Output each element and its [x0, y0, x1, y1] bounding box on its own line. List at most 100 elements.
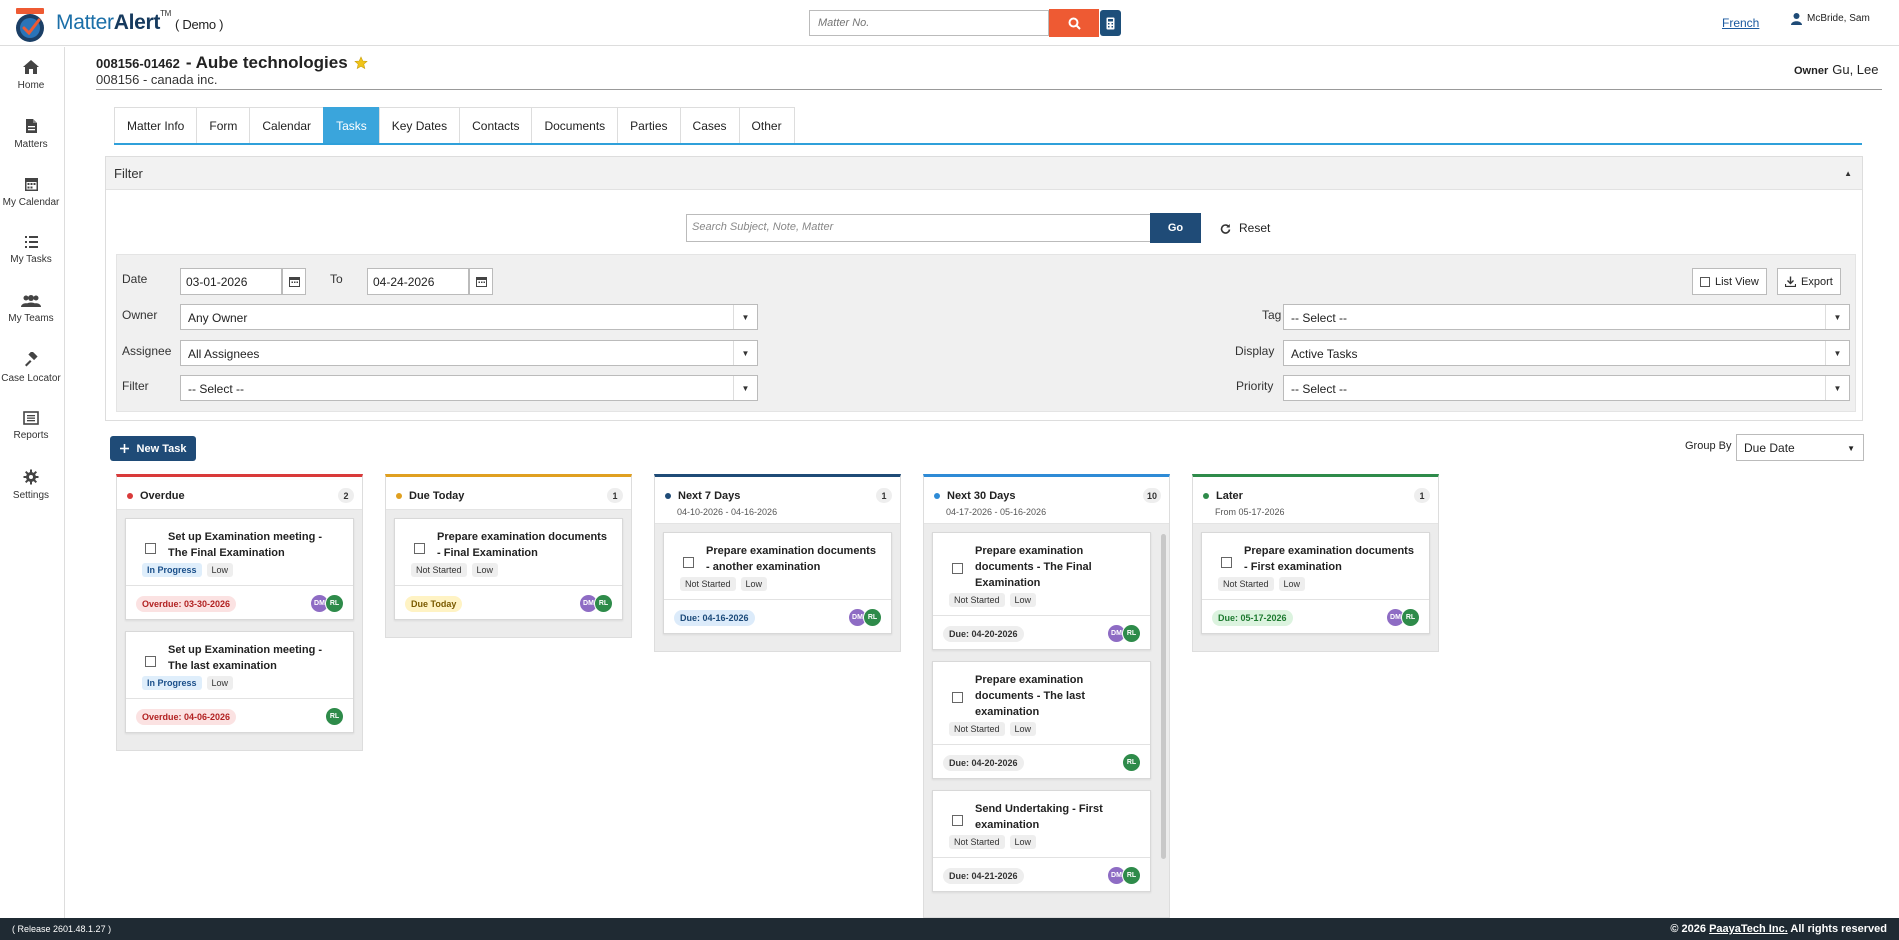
task-checkbox[interactable] [952, 815, 963, 826]
column-title-text: Overdue [140, 490, 185, 502]
sidebar-item-my-calendar[interactable]: My Calendar [0, 176, 62, 208]
task-title[interactable]: Prepare examination documents - another … [706, 543, 881, 575]
tab-matter-info[interactable]: Matter Info [114, 107, 197, 144]
group-by-select[interactable]: Due Date ▼ [1736, 434, 1864, 461]
collapse-icon[interactable]: ▲ [1844, 169, 1852, 178]
owner-select[interactable]: Any Owner ▼ [180, 304, 758, 330]
filter-header[interactable]: Filter ▲ [106, 157, 1862, 190]
task-checkbox[interactable] [145, 543, 156, 554]
sidebar-item-label: My Calendar [2, 197, 60, 208]
task-card[interactable]: Send Undertaking - First examination Not… [932, 790, 1151, 892]
export-button[interactable]: Export [1777, 268, 1841, 295]
date-from-picker[interactable] [282, 268, 306, 295]
list-view-button[interactable]: List View [1692, 268, 1767, 295]
task-card[interactable]: Prepare examination documents - another … [663, 532, 892, 634]
column-header: Next 30 Days 04-17-2026 - 05-16-2026 10 [924, 477, 1169, 524]
brand-demo: ( Demo ) [175, 17, 224, 32]
new-task-button[interactable]: New Task [110, 436, 196, 461]
task-card[interactable]: Set up Examination meeting - The last ex… [125, 631, 354, 733]
date-to-picker[interactable] [469, 268, 493, 295]
task-title[interactable]: Prepare examination documents - The Fina… [975, 543, 1140, 591]
task-checkbox[interactable] [1221, 557, 1232, 568]
task-checkbox[interactable] [683, 557, 694, 568]
display-select[interactable]: Active Tasks ▼ [1283, 340, 1850, 366]
calculator-button[interactable] [1100, 10, 1121, 36]
task-checkbox[interactable] [952, 692, 963, 703]
star-icon[interactable] [353, 56, 368, 70]
task-title[interactable]: Prepare examination documents - Final Ex… [437, 529, 612, 561]
sidebar-item-my-teams[interactable]: My Teams [0, 294, 62, 324]
tab-cases[interactable]: Cases [679, 107, 739, 144]
priority-badge: Low [1009, 722, 1037, 736]
sidebar-item-home[interactable]: Home [0, 59, 62, 91]
column-date-range: 04-10-2026 - 04-16-2026 [677, 507, 778, 517]
task-title[interactable]: Prepare examination documents - First ex… [1244, 543, 1419, 575]
tab-form[interactable]: Form [196, 107, 250, 144]
avatar[interactable]: RL [863, 608, 882, 627]
task-card[interactable]: Prepare examination documents - The last… [932, 661, 1151, 779]
avatar[interactable]: RL [1122, 624, 1141, 643]
tab-key-dates[interactable]: Key Dates [378, 107, 460, 144]
matter-search-input[interactable] [809, 10, 1049, 36]
task-card[interactable]: Prepare examination documents - First ex… [1201, 532, 1430, 634]
brand-bold: Alert [113, 11, 161, 34]
task-title[interactable]: Set up Examination meeting - The Final E… [168, 529, 343, 561]
language-link[interactable]: French [1722, 16, 1759, 30]
tab-contacts[interactable]: Contacts [459, 107, 532, 144]
assignee-select[interactable]: All Assignees ▼ [180, 340, 758, 366]
tag-select[interactable]: -- Select -- ▼ [1283, 304, 1850, 330]
reset-button[interactable]: Reset [1220, 221, 1270, 235]
tab-other[interactable]: Other [738, 107, 795, 144]
avatar[interactable]: RL [1122, 866, 1141, 885]
avatar[interactable]: RL [594, 594, 613, 613]
brand-name[interactable]: MatterAlertTM( Demo ) [56, 9, 224, 35]
filter-select[interactable]: -- Select -- ▼ [180, 375, 758, 401]
tab-calendar[interactable]: Calendar [249, 107, 324, 144]
task-card[interactable]: Prepare examination documents - Final Ex… [394, 518, 623, 620]
report-icon [23, 411, 39, 425]
tab-documents[interactable]: Documents [531, 107, 618, 144]
date-to-input[interactable]: 04-24-2026 [367, 268, 469, 295]
avatar[interactable]: RL [325, 594, 344, 613]
task-card[interactable]: Prepare examination documents - The Fina… [932, 532, 1151, 650]
reset-label: Reset [1239, 221, 1271, 235]
priority-badge: Low [206, 563, 234, 577]
user-menu[interactable]: McBride, Sam [1790, 12, 1870, 25]
tab-parties[interactable]: Parties [617, 107, 680, 144]
kanban-column-due-today: Due Today 1 Prepare examination document… [385, 474, 632, 638]
status-dot [1203, 493, 1209, 499]
sidebar-item-settings[interactable]: Settings [0, 469, 62, 501]
column-count: 1 [1414, 488, 1430, 503]
sidebar-item-label: Reports [13, 430, 49, 441]
avatar[interactable]: RL [1401, 608, 1420, 627]
task-title[interactable]: Send Undertaking - First examination [975, 801, 1140, 833]
column-header: Later From 05-17-2026 1 [1193, 477, 1438, 524]
tag-label: Tag [1262, 308, 1282, 322]
sidebar-item-matters[interactable]: Matters [0, 118, 62, 150]
company-link[interactable]: PaayaTech Inc. [1709, 923, 1788, 935]
filter-search-input[interactable]: Search Subject, Note, Matter [686, 214, 1151, 242]
search-button[interactable] [1049, 9, 1099, 37]
task-checkbox[interactable] [952, 563, 963, 574]
avatar[interactable]: RL [325, 707, 344, 726]
avatar[interactable]: RL [1122, 753, 1141, 772]
sidebar-item-label: Home [17, 80, 45, 91]
chevron-down-icon: ▼ [733, 305, 757, 329]
go-button[interactable]: Go [1150, 213, 1201, 243]
task-checkbox[interactable] [414, 543, 425, 554]
task-card[interactable]: Set up Examination meeting - The Final E… [125, 518, 354, 620]
footer: ( Release 2601.48.1.27 ) © 2026 PaayaTec… [0, 918, 1899, 940]
priority-select[interactable]: -- Select -- ▼ [1283, 375, 1850, 401]
sidebar-item-case-locator[interactable]: Case Locator [0, 352, 62, 384]
column-scrollbar[interactable] [1161, 534, 1166, 859]
sidebar-item-reports[interactable]: Reports [0, 411, 62, 441]
date-from-input[interactable]: 03-01-2026 [180, 268, 282, 295]
task-checkbox[interactable] [145, 656, 156, 667]
tab-tasks[interactable]: Tasks [323, 107, 379, 144]
matter-client: 008156 - canada inc. [96, 72, 218, 87]
due-badge: Due: 05-17-2026 [1212, 610, 1293, 626]
sidebar-item-my-tasks[interactable]: My Tasks [0, 235, 62, 265]
task-title[interactable]: Prepare examination documents - The last… [975, 672, 1140, 720]
column-title-text: Due Today [409, 490, 465, 502]
task-title[interactable]: Set up Examination meeting - The last ex… [168, 642, 343, 674]
